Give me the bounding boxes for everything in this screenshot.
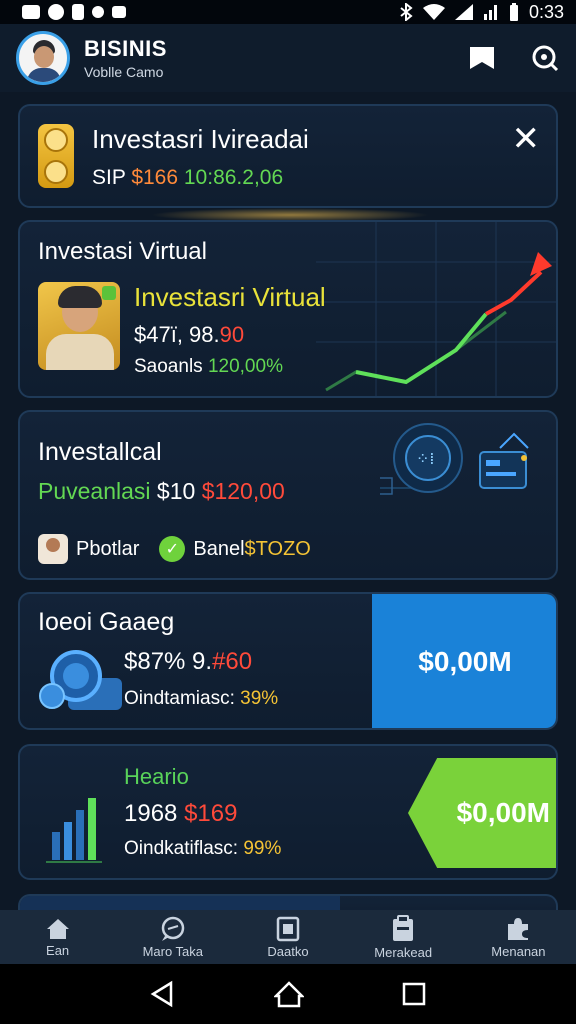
puzzle-icon xyxy=(508,917,529,940)
alert-amount-prefix: SIP xyxy=(92,166,126,189)
close-icon[interactable]: ✕ xyxy=(512,122,541,156)
stat-value: 39% xyxy=(240,688,279,709)
stat-value: 120,00% xyxy=(207,356,283,377)
app-header: BISINIS Voblle Camo xyxy=(0,24,576,92)
home-icon xyxy=(46,918,69,939)
battery-icon xyxy=(509,3,518,21)
clipboard-icon xyxy=(393,914,414,941)
growth-chart-icon xyxy=(316,222,556,396)
game-value-main: $87% 9. xyxy=(124,648,213,675)
system-navigation-bar xyxy=(0,964,576,1024)
card-heading: Investasi Virtual xyxy=(38,238,207,265)
card-heading: Heario xyxy=(124,764,189,789)
investment-alert-card[interactable]: Investasri Ivireadai SIP $166 10:86.2,06… xyxy=(18,104,558,208)
hearing-investment-card[interactable]: Heario 1968 $169 Oindkatiflasc: 99% $0,0… xyxy=(18,744,558,880)
bottom-navigation: Ean Maro Taka Daatko Merakead Menanan xyxy=(0,910,576,964)
nav-item-market[interactable]: Merakead xyxy=(346,910,461,964)
invest-blue-button[interactable]: $0,00M xyxy=(372,594,556,728)
wifi-icon xyxy=(422,4,445,20)
card-heading: Investallcal xyxy=(38,438,162,466)
card-heading: Ioeoi Gaaeg xyxy=(38,608,175,636)
app-subtitle: Voblle Camo xyxy=(84,64,164,80)
line-value: $10 xyxy=(156,478,196,504)
bookmark-icon[interactable] xyxy=(468,45,496,71)
stat-value: 99% xyxy=(243,838,282,859)
game-value: $87% 9.#60 xyxy=(124,648,252,676)
bar-chart-icon xyxy=(46,798,102,863)
footer-badge: Banel$TOZO xyxy=(193,538,310,561)
invest-blue-button-label: $0,00M xyxy=(418,646,512,677)
app-title: BISINIS xyxy=(84,36,167,61)
status-time: 0:33 xyxy=(528,1,564,22)
card-footer: Pbotlar ✓ Banel$TOZO xyxy=(38,534,311,564)
line-label: Puveanlasi xyxy=(38,478,151,504)
invest-green-button[interactable]: $0,00M xyxy=(408,758,556,868)
hearing-value-main: 1968 xyxy=(124,800,178,827)
nav-label: Menanan xyxy=(491,943,546,959)
investment-stat: Saoanls 120,00% xyxy=(134,356,283,378)
footer-badge-prefix: Banel xyxy=(193,537,245,560)
hearing-stat: Oindkatiflasc: 99% xyxy=(124,838,281,860)
coin-icon xyxy=(38,124,74,188)
notification-icon xyxy=(22,5,40,19)
search-coin-icon xyxy=(39,650,122,710)
alert-amount-green: 10:86.2,06 xyxy=(183,166,284,189)
home-button-icon[interactable] xyxy=(273,980,304,1008)
signal-bars-icon xyxy=(483,5,497,20)
recent-apps-icon[interactable] xyxy=(401,981,427,1007)
investment-local-card[interactable]: ⁘⁞ Investallcal Puveanlasi $10 $120,00 P… xyxy=(18,410,558,580)
bluetooth-icon xyxy=(400,3,413,21)
investment-value: $47ï, 98.90 xyxy=(134,322,244,348)
nav-label: Daatko xyxy=(267,943,309,959)
check-icon: ✓ xyxy=(159,536,186,562)
hearing-value-red: $169 xyxy=(184,800,238,827)
location-icon xyxy=(48,4,64,20)
nav-item-data[interactable]: Daatko xyxy=(230,910,345,964)
record-icon xyxy=(92,6,104,18)
status-bar: 0:33 xyxy=(0,0,576,24)
invest-green-button-label: $0,00M xyxy=(456,797,550,828)
nav-label: Ean xyxy=(46,942,70,958)
back-icon[interactable] xyxy=(149,980,177,1008)
user-avatar xyxy=(38,534,68,564)
avatar[interactable] xyxy=(16,31,70,85)
nav-item-menu[interactable]: Menanan xyxy=(461,910,576,964)
svg-text:⁘⁞: ⁘⁞ xyxy=(416,449,435,468)
investment-line: Puveanlasi $10 $120,00 xyxy=(38,478,285,505)
footer-label: Pbotlar xyxy=(76,537,140,560)
card-subtitle: Investasri Virtual xyxy=(134,282,326,312)
stat-label: Oindkatiflasc: xyxy=(124,838,239,859)
game-stat: Oindtamiasc: 39% xyxy=(124,688,278,710)
chat-icon xyxy=(161,916,185,941)
investment-value-main: $47ï, 98. xyxy=(134,322,220,347)
line-value-red: $120,00 xyxy=(201,478,285,504)
hearing-value: 1968 $169 xyxy=(124,800,237,828)
alarm-icon xyxy=(72,4,84,20)
game-value-red: #60 xyxy=(212,648,253,675)
alert-amount: SIP $166 10:86.2,06 xyxy=(92,166,283,190)
nav-item-home[interactable]: Ean xyxy=(0,910,115,964)
nav-label: Maro Taka xyxy=(142,943,204,959)
nav-label: Merakead xyxy=(374,944,433,960)
nav-item-chat[interactable]: Maro Taka xyxy=(115,910,230,964)
alert-title: Investasri Ivireadai xyxy=(92,124,309,154)
footer-badge-value: $TOZO xyxy=(244,537,311,560)
virtual-investment-card[interactable]: Investasi Virtual Investasri Virtual $47… xyxy=(18,220,558,398)
stat-label: Saoanls xyxy=(134,356,203,377)
game-investment-card[interactable]: Ioeoi Gaaeg $87% 9.#60 Oindtamiasc: 39% … xyxy=(18,592,558,730)
investment-value-red: 90 xyxy=(219,322,245,347)
investor-photo xyxy=(38,282,120,370)
gallery-icon xyxy=(112,6,126,18)
signal-icon xyxy=(454,4,473,20)
document-icon xyxy=(276,916,300,941)
search-icon[interactable] xyxy=(530,43,560,73)
alert-amount-red: $166 xyxy=(131,166,179,189)
tech-illustration-icon: ⁘⁞ xyxy=(380,423,529,495)
stat-label: Oindtamiasc: xyxy=(124,688,235,709)
